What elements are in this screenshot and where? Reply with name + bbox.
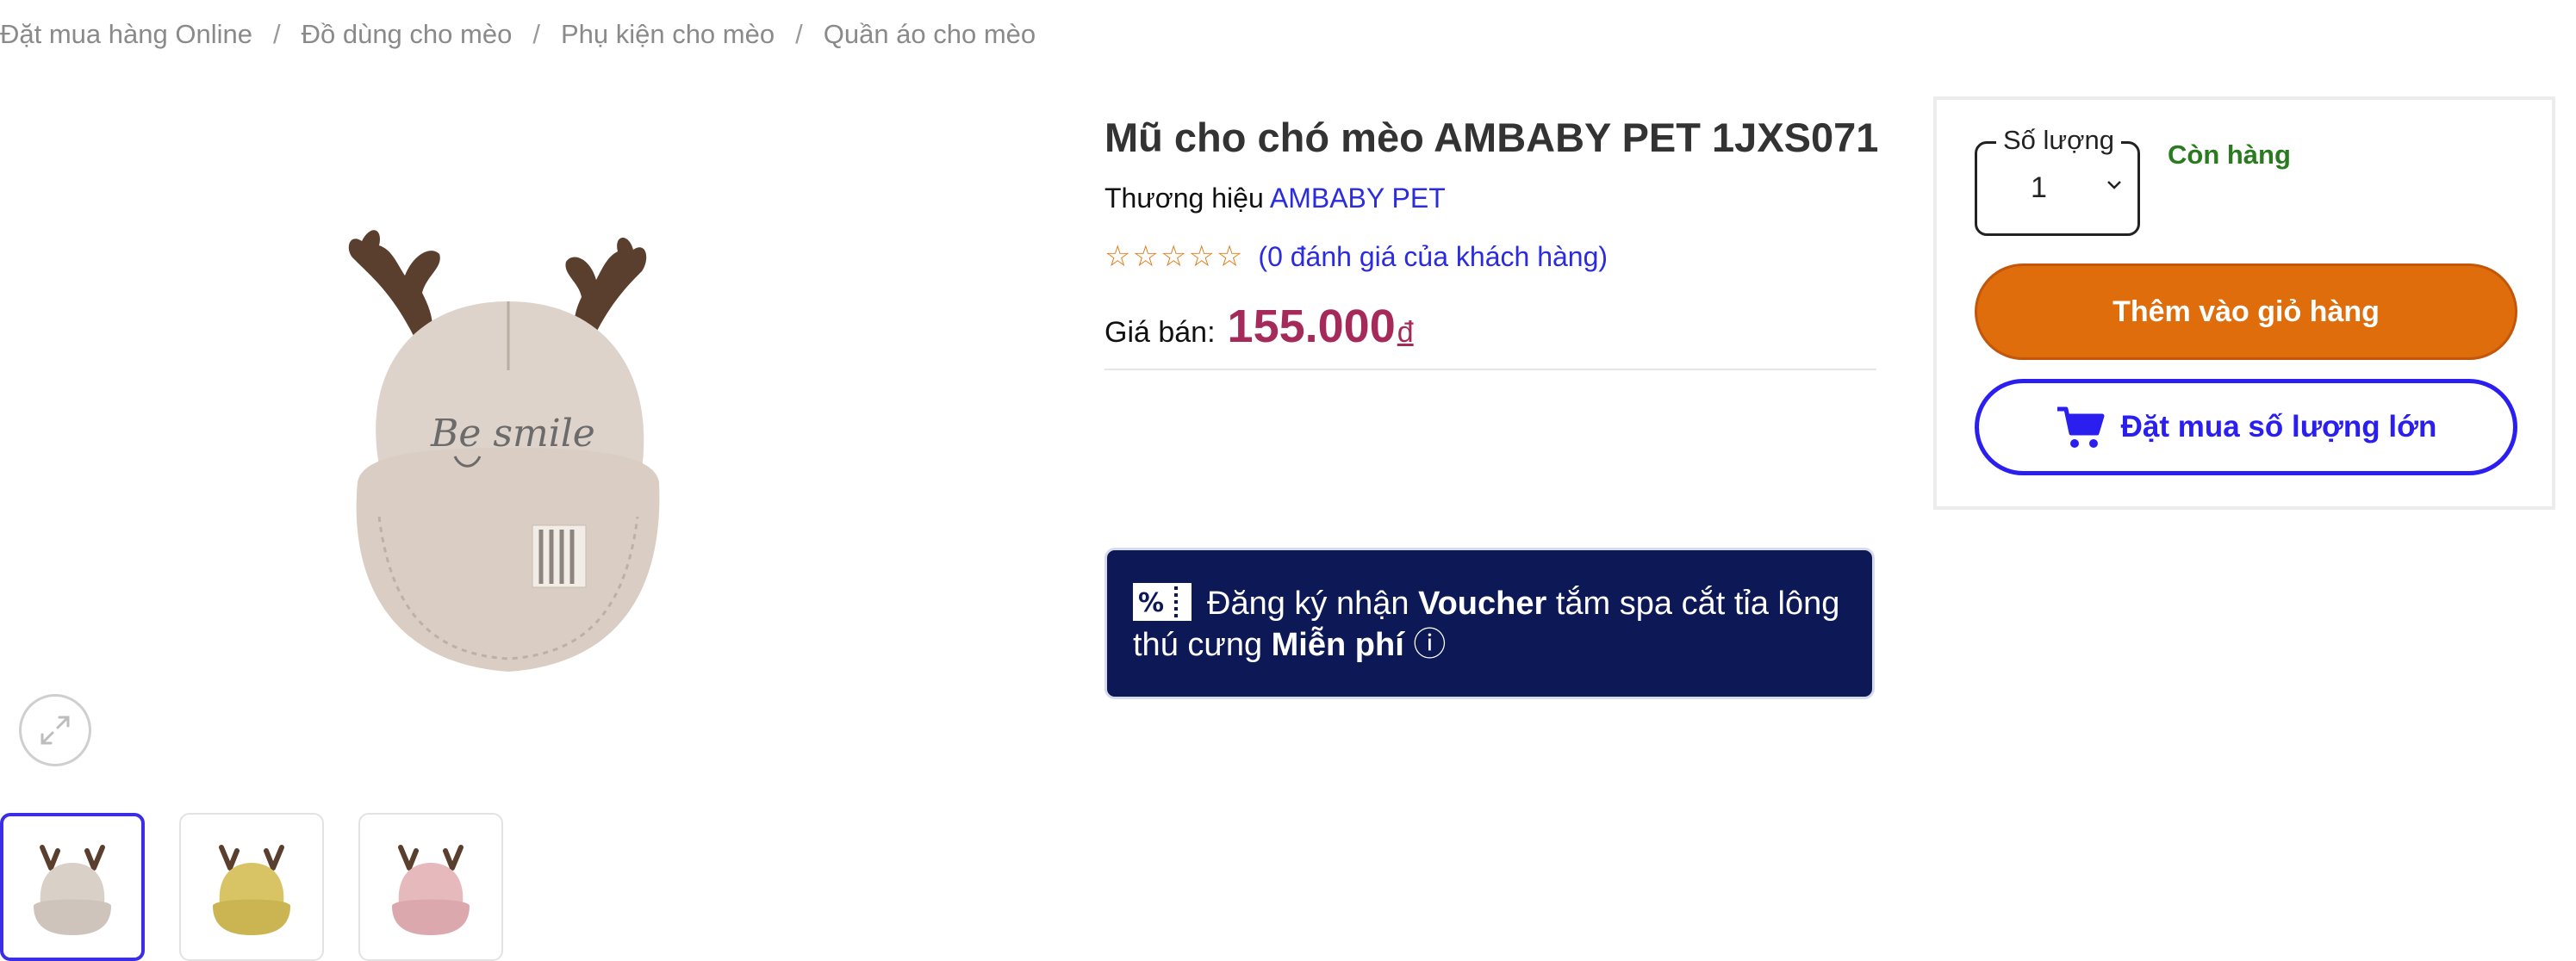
cart-icon (2056, 406, 2105, 448)
zoom-button[interactable] (19, 694, 91, 766)
voucher-banner[interactable]: % Đăng ký nhận Voucher tắm spa cắt tỉa l… (1104, 548, 1875, 699)
buy-box: Số lượng 1 Còn hàng Thêm vào giỏ hàng Đặ… (1933, 96, 2555, 510)
brand-link[interactable]: AMBABY PET (1270, 183, 1446, 214)
price-row: Giá bán: 155.000 đ (1104, 300, 1414, 353)
star-rating-icon: ☆☆☆☆☆ (1104, 240, 1245, 273)
info-icon[interactable]: ⓘ (1404, 627, 1446, 663)
bulk-order-button[interactable]: Đặt mua số lượng lớn (1975, 379, 2517, 475)
divider (1104, 369, 1876, 370)
stock-status: Còn hàng (2168, 140, 2291, 170)
hat-embroidery-text: Be smile (430, 412, 595, 456)
svg-text:%: % (1138, 588, 1164, 618)
price-label: Giá bán: (1104, 316, 1216, 349)
brand-label: Thương hiệu (1104, 183, 1264, 214)
voucher-text-1: Đăng ký nhận (1207, 586, 1419, 622)
expand-icon (40, 716, 70, 745)
add-to-cart-label: Thêm vào giỏ hàng (2112, 294, 2380, 328)
add-to-cart-button[interactable]: Thêm vào giỏ hàng (1975, 264, 2517, 360)
breadcrumb-separator: / (795, 19, 803, 49)
quantity-value: 1 (2031, 171, 2047, 204)
breadcrumb-item-cat-clothes[interactable]: Quần áo cho mèo (824, 19, 1036, 50)
thumbnail-yellow[interactable] (179, 813, 324, 961)
brand-line: Thương hiệu AMBABY PET (1104, 183, 1446, 214)
breadcrumb-item-home[interactable]: Đặt mua hàng Online (0, 19, 252, 50)
chevron-down-icon (2107, 181, 2121, 189)
thumbnail-beige[interactable] (0, 813, 145, 961)
currency-symbol: đ (1397, 316, 1414, 349)
reviews-link[interactable]: (0 đánh giá của khách hàng) (1258, 241, 1608, 273)
thumbnail-image (392, 845, 470, 935)
breadcrumb-separator: / (532, 19, 540, 49)
bulk-order-label: Đặt mua số lượng lớn (2120, 410, 2437, 443)
breadcrumb-separator: / (272, 19, 281, 49)
voucher-text-bold-1: Voucher (1418, 586, 1547, 622)
breadcrumb: Đặt mua hàng Online / Đồ dùng cho mèo / Phụ … (0, 19, 1036, 50)
quantity-label: Số lượng (1996, 125, 2121, 156)
breadcrumb-item-cat-supplies[interactable]: Đồ dùng cho mèo (302, 19, 513, 50)
percent-ticket-icon: % (1133, 583, 1192, 621)
rating-row: ☆☆☆☆☆ (0 đánh giá của khách hàng) (1104, 239, 1608, 274)
thumbnail-image (34, 845, 111, 935)
product-main-image[interactable]: Be smile (310, 172, 706, 689)
product-title: Mũ cho chó mèo AMBABY PET 1JXS071 (1104, 115, 1879, 160)
voucher-text-bold-2: Miễn phí (1271, 627, 1404, 663)
price-value: 155.000 (1227, 301, 1396, 352)
quantity-select[interactable]: Số lượng 1 (1975, 125, 2140, 236)
thumbnail-pink[interactable] (358, 813, 503, 961)
breadcrumb-item-cat-accessories[interactable]: Phụ kiện cho mèo (561, 19, 775, 50)
thumbnail-image (213, 845, 290, 935)
thumbnail-list (0, 813, 503, 961)
